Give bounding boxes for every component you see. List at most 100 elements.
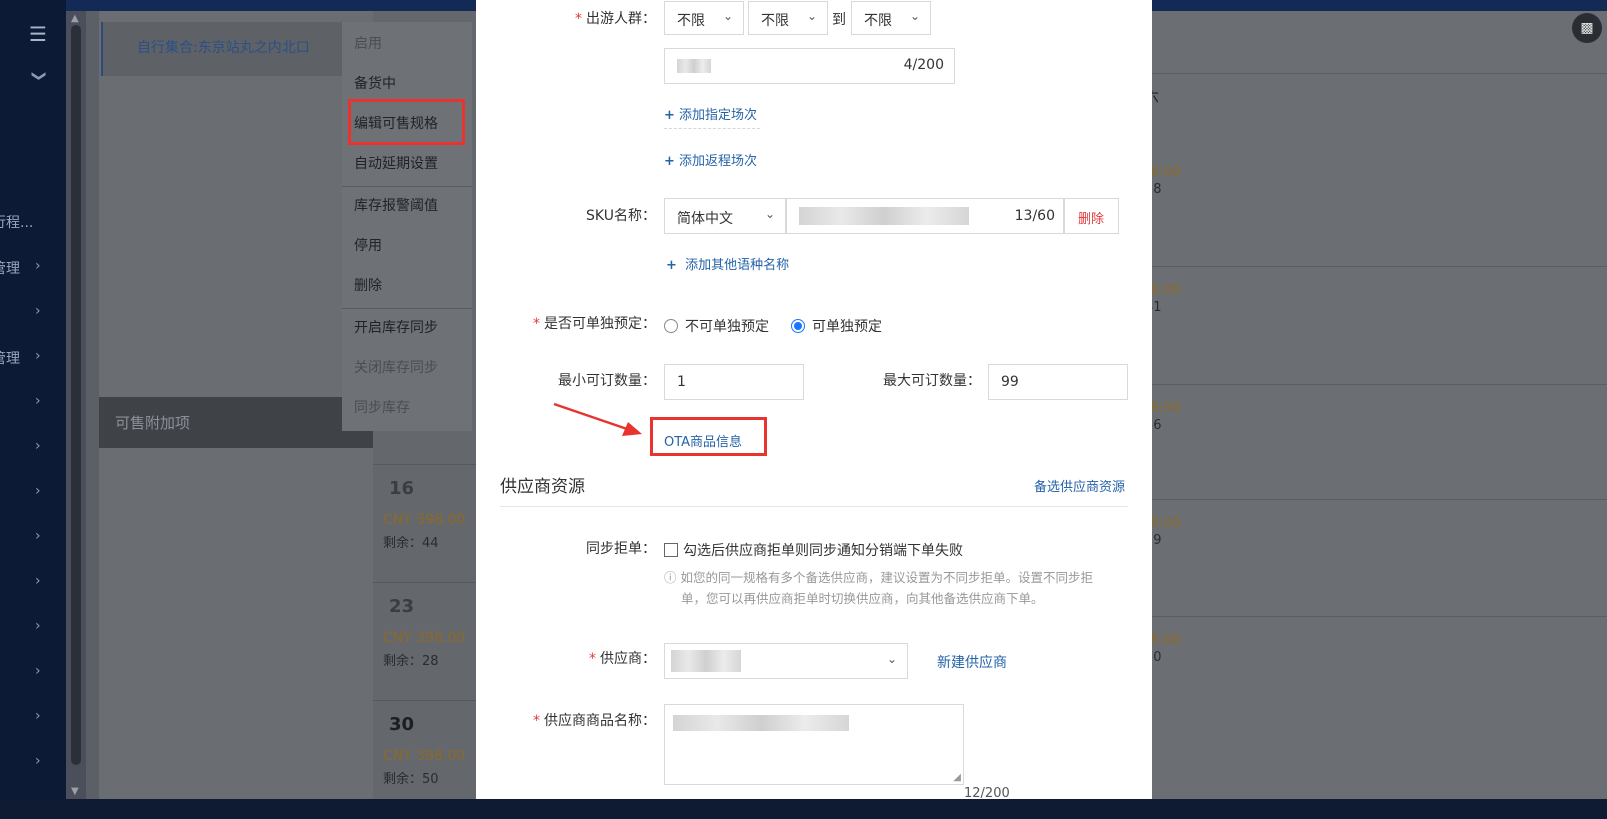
min-qty-label: 最小可订数量： <box>558 373 656 389</box>
menu-item-auto-extend[interactable]: 自动延期设置 <box>354 153 438 173</box>
tab-label: 自行集合:东京站丸之内北口 <box>137 40 310 56</box>
sku-name-input[interactable]: 13/60 <box>786 198 1064 234</box>
menu-item-stocking[interactable]: 备货中 <box>354 73 396 93</box>
add-session-link[interactable]: + 添加指定场次 <box>664 104 757 123</box>
supplier-section-title: 供应商资源 <box>500 477 585 497</box>
highlight-box-edit-spec <box>348 99 465 145</box>
calendar-day-number: 23 <box>389 596 415 617</box>
sync-reject-checkbox-label: 勾选后供应商拒单则同步通知分销端下单失败 <box>683 543 963 559</box>
chevron-down-icon: ⌄ <box>909 9 920 23</box>
calendar-stock: 剩余：50 <box>383 772 439 787</box>
divider <box>1152 73 1607 74</box>
sync-reject-label: 同步拒单： <box>586 541 656 557</box>
scrollbar-thumb[interactable] <box>71 25 81 765</box>
menu-item-delete[interactable]: 删除 <box>354 275 382 295</box>
menu-item-sync-stock[interactable]: 同步库存 <box>354 397 410 417</box>
chevron-right-icon[interactable]: › <box>35 438 41 454</box>
supplier-product-name-label: * 供应商商品名称： <box>533 713 656 729</box>
calendar-stock: 剩余：28 <box>383 654 439 669</box>
chevron-down-icon: ⌄ <box>806 9 817 23</box>
chevron-right-icon[interactable]: › <box>35 483 41 499</box>
chevron-down-icon: ⌄ <box>722 9 733 23</box>
chevron-right-icon[interactable]: › <box>35 303 41 319</box>
scroll-up-icon[interactable]: ▲ <box>71 13 79 24</box>
travelers-name-input[interactable]: 4/200 <box>664 48 955 84</box>
calendar-day-number: 16 <box>389 478 415 499</box>
menu-divider <box>342 186 472 187</box>
max-qty-input[interactable]: 99 <box>988 364 1128 400</box>
sidebar-item-label[interactable]: 管理 <box>0 258 20 278</box>
travelers-select-1[interactable]: 不限 ⌄ <box>664 1 744 35</box>
resize-handle-icon[interactable]: ◢ <box>953 772 961 783</box>
tab-meeting-point[interactable]: 自行集合:东京站丸之内北口 <box>101 22 375 76</box>
char-counter: 4/200 <box>903 57 944 73</box>
radio-standalone[interactable] <box>791 319 805 333</box>
chevron-down-icon: ⌄ <box>764 207 775 221</box>
context-menu: 启用 备货中 编辑可售规格 自动延期设置 库存报警阈值 停用 删除 开启库存同步… <box>342 22 472 431</box>
chevron-right-icon[interactable]: › <box>35 663 41 679</box>
travelers-label: * 出游人群： <box>575 11 656 27</box>
radio-not-standalone-label: 不可单独预定 <box>685 319 769 335</box>
sidebar: ☰ ❯ 行程... 管理 › › 管理 › › › › › › › › › › <box>0 0 66 799</box>
annotation-arrow <box>553 402 642 436</box>
chevron-right-icon[interactable]: › <box>35 753 41 769</box>
travelers-select-2[interactable]: 不限 ⌄ <box>748 1 828 35</box>
new-supplier-link[interactable]: 新建供应商 <box>937 652 1007 672</box>
info-icon: ⓘ <box>664 570 677 585</box>
chevron-right-icon[interactable]: › <box>35 618 41 634</box>
add-language-name-link[interactable]: + 添加其他语种名称 <box>666 254 789 273</box>
calendar-stock: 剩余：44 <box>383 536 439 551</box>
ota-product-info-link[interactable]: OTA商品信息 <box>664 431 742 450</box>
supplier-label: * 供应商： <box>589 651 656 667</box>
sync-reject-checkbox[interactable] <box>664 543 678 557</box>
chevron-down-icon: ⌄ <box>886 652 897 666</box>
chevron-right-icon[interactable]: › <box>35 528 41 544</box>
menu-icon[interactable]: ☰ <box>29 22 47 46</box>
sidebar-item-label[interactable]: 行程... <box>0 212 33 232</box>
divider <box>664 128 760 129</box>
supplier-select[interactable]: ⌄ <box>664 643 908 679</box>
menu-item-stock-alert[interactable]: 库存报警阈值 <box>354 195 438 215</box>
sku-delete-button[interactable]: 删除 <box>1064 198 1119 234</box>
scroll-down-icon[interactable]: ▼ <box>71 786 79 797</box>
divider <box>1152 616 1607 617</box>
chevron-right-icon[interactable]: › <box>35 348 41 364</box>
radio-standalone-label: 可单独预定 <box>812 319 882 335</box>
add-return-session-link[interactable]: + 添加返程场次 <box>664 150 757 169</box>
menu-divider <box>342 308 472 309</box>
supplier-product-name-textarea[interactable]: ◢ <box>664 704 964 785</box>
chevron-down-icon[interactable]: ❯ <box>31 70 47 82</box>
travelers-select-3[interactable]: 不限 ⌄ <box>851 1 931 35</box>
divider <box>1152 266 1607 267</box>
divider <box>1152 384 1607 385</box>
chevron-right-icon[interactable]: › <box>35 393 41 409</box>
standalone-booking-label: * 是否可单独预定： <box>533 316 656 332</box>
calendar-price: CNY 398.00 <box>383 748 466 764</box>
calendar-price: CNY 398.00 <box>383 630 466 646</box>
menu-item-stock-sync-on[interactable]: 开启库存同步 <box>354 317 438 337</box>
addon-label: 可售附加项 <box>115 414 191 432</box>
divider <box>1152 499 1607 500</box>
sync-reject-hint: ⓘ 如您的同一规格有多个备选供应商，建议设置为不同步拒单。设置不同步拒 单，您可… <box>664 570 1094 606</box>
calendar-day-number: 30 <box>389 714 415 735</box>
sku-language-select[interactable]: 简体中文 ⌄ <box>664 198 786 234</box>
menu-item-stock-sync-off[interactable]: 关闭库存同步 <box>354 357 438 377</box>
menu-item-enable[interactable]: 启用 <box>354 33 382 53</box>
addon-section-bar[interactable]: 可售附加项 <box>99 397 373 448</box>
chevron-right-icon[interactable]: › <box>35 708 41 724</box>
alt-supplier-link[interactable]: 备选供应商资源 <box>1034 476 1125 495</box>
calendar-price: CNY 398.00 <box>383 512 466 528</box>
menu-item-disable[interactable]: 停用 <box>354 235 382 255</box>
translate-icon[interactable]: ▩ <box>1572 13 1602 43</box>
divider <box>500 506 1128 507</box>
radio-not-standalone[interactable] <box>664 319 678 333</box>
min-qty-input[interactable]: 1 <box>664 364 804 400</box>
char-counter: 13/60 <box>1014 208 1055 224</box>
chevron-right-icon[interactable]: › <box>35 573 41 589</box>
chevron-right-icon[interactable]: › <box>35 258 41 274</box>
to-label: 到 <box>832 12 846 28</box>
right-calendar-area: 六 398.0058398.0041398.0036398.0029398.00… <box>1132 11 1607 799</box>
max-qty-label: 最大可订数量： <box>883 373 981 389</box>
sku-name-label: SKU名称： <box>586 208 656 224</box>
sidebar-item-label[interactable]: 管理 <box>0 348 20 368</box>
